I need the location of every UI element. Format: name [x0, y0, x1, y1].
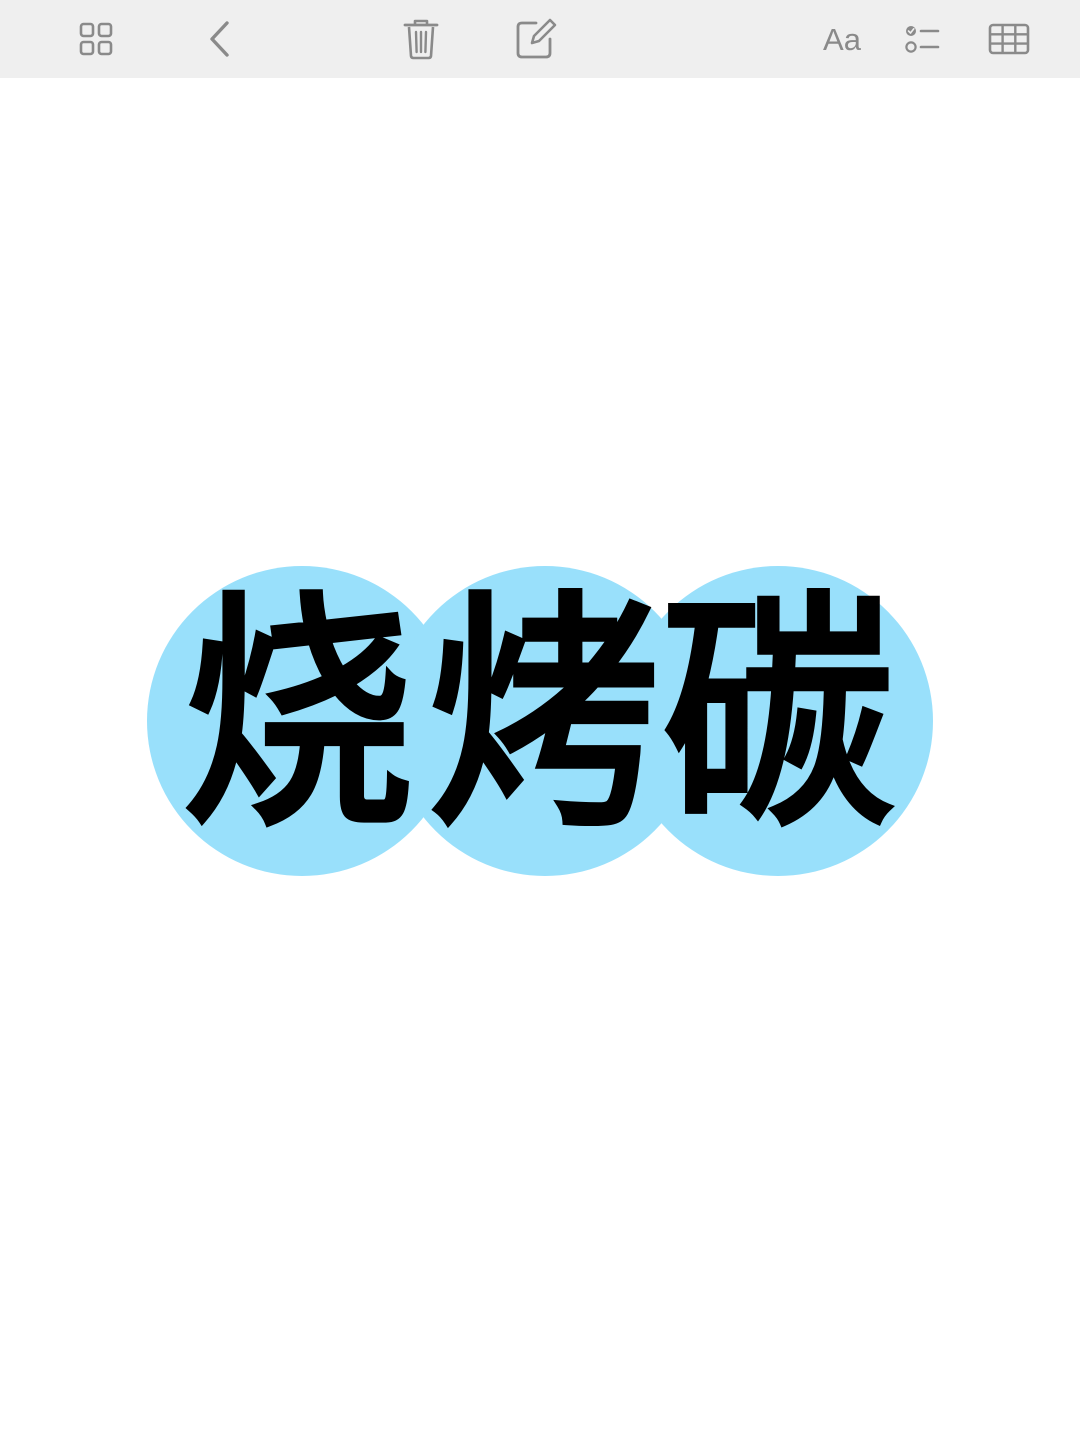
checklist-button[interactable]: [892, 9, 952, 69]
title-char: 碳: [661, 570, 894, 862]
note-title: 烧 烤 碳: [0, 78, 1080, 1440]
chevron-left-icon: [210, 21, 229, 57]
delete-button[interactable]: [391, 9, 451, 69]
title-char: 烤: [427, 570, 660, 862]
checklist-icon: [905, 26, 940, 53]
grid-icon: [79, 22, 113, 56]
back-button[interactable]: [190, 9, 250, 69]
format-button[interactable]: Aa: [812, 9, 872, 69]
compose-button[interactable]: [506, 9, 566, 69]
table-button[interactable]: [979, 9, 1039, 69]
table-icon: [988, 23, 1030, 55]
trash-icon: [403, 19, 439, 60]
compose-icon: [516, 18, 557, 59]
format-label: Aa: [823, 21, 861, 57]
note-toolbar: Aa: [0, 0, 1080, 78]
title-char: 烧: [181, 570, 414, 862]
grid-view-button[interactable]: [66, 9, 126, 69]
note-canvas[interactable]: 烧 烤 碳: [0, 78, 1080, 1440]
